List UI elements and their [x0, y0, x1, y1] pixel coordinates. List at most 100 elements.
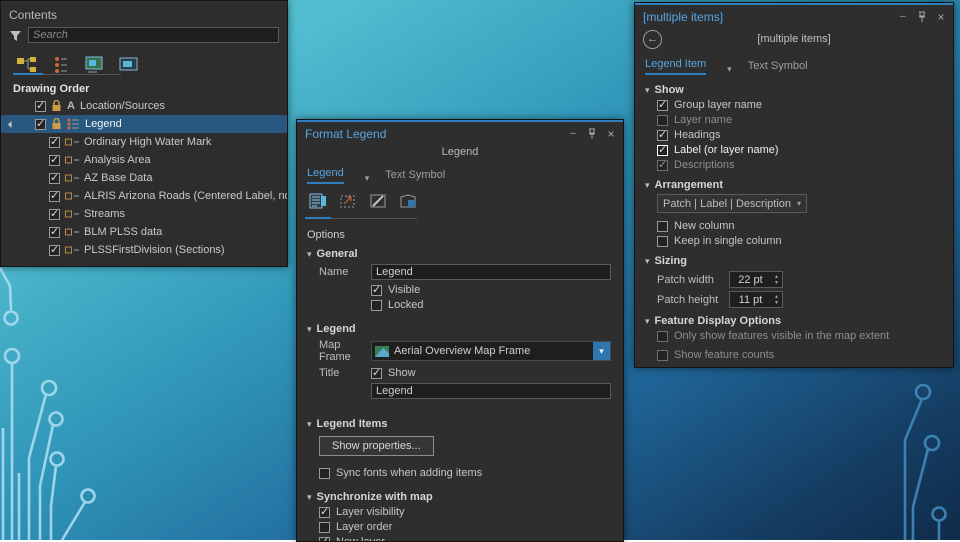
format-legend-body: Options General Name Visible Locked Lege…	[297, 219, 623, 542]
section-general[interactable]: General	[307, 247, 613, 261]
layer-order-label: Layer order	[336, 521, 392, 533]
multiple-items-header: [multiple items]	[635, 5, 953, 27]
list-by-source-tab[interactable]	[49, 55, 73, 75]
locked-row: Locked	[371, 298, 613, 312]
close-icon[interactable]	[935, 11, 947, 23]
name-input[interactable]	[371, 264, 611, 280]
group-layer-name-label: Group layer name	[674, 99, 762, 111]
chevron-down-icon[interactable]	[365, 173, 370, 184]
minimize-icon[interactable]	[897, 11, 909, 23]
legend-item-row[interactable]: PLSSFirstDivision (Sections)	[1, 241, 287, 259]
stepper-arrows-icon[interactable]	[771, 294, 782, 306]
pin-icon[interactable]	[586, 128, 598, 140]
section-feature-display[interactable]: Feature Display Options	[645, 314, 943, 328]
list-by-editing-tab[interactable]	[117, 55, 141, 75]
stepper-arrows-icon[interactable]	[771, 274, 782, 286]
keep-single-column-checkbox[interactable]	[657, 236, 668, 247]
descriptions-checkbox[interactable]	[657, 160, 668, 171]
layer-visibility-checkbox[interactable]	[35, 101, 46, 112]
legend-title-input[interactable]	[371, 383, 611, 399]
legend-item-row[interactable]: ALRIS Arizona Roads (Centered Label, no …	[1, 187, 287, 205]
name-label: Name	[319, 266, 371, 278]
legend-item-row[interactable]: Streams	[1, 205, 287, 223]
locked-checkbox[interactable]	[371, 300, 382, 311]
close-icon[interactable]	[605, 128, 617, 140]
tab-legend-item[interactable]: Legend Item	[645, 58, 706, 75]
layer-visibility-checkbox[interactable]	[319, 507, 330, 518]
patch-width-stepper[interactable]: 22 pt	[729, 271, 783, 288]
element-name: [multiple items]	[635, 33, 953, 45]
minimize-icon[interactable]	[567, 128, 579, 140]
layer-row-legend[interactable]: Legend	[1, 115, 287, 133]
item-visibility-checkbox[interactable]	[49, 137, 60, 148]
item-visibility-checkbox[interactable]	[49, 191, 60, 202]
label-label: Label (or layer name)	[674, 144, 779, 156]
map-frame-label: Map Frame	[319, 339, 371, 363]
filter-icon[interactable]	[9, 29, 22, 42]
item-visibility-checkbox[interactable]	[49, 227, 60, 238]
item-visibility-checkbox[interactable]	[49, 173, 60, 184]
icon-tab-rule	[331, 218, 417, 219]
multiple-items-tabs: Legend Item Text Symbol	[635, 51, 953, 75]
fitting-icon[interactable]	[397, 191, 419, 211]
chevron-down-icon[interactable]	[727, 64, 732, 75]
layer-row-location-sources[interactable]: A Location/Sources	[1, 97, 287, 115]
section-arrangement[interactable]: Arrangement	[645, 178, 943, 192]
format-legend-panel: Format Legend Legend Legend Text Symbol	[296, 119, 624, 542]
section-legend-items[interactable]: Legend Items	[307, 417, 613, 431]
item-visibility-checkbox[interactable]	[49, 155, 60, 166]
legend-item-patch-icon	[65, 246, 79, 254]
legend-options-icon[interactable]	[307, 191, 329, 211]
map-frame-select[interactable]: Aerial Overview Map Frame	[371, 341, 611, 361]
multiple-items-navrow: [multiple items]	[635, 27, 953, 51]
legend-item-row[interactable]: Analysis Area	[1, 151, 287, 169]
legend-item-row[interactable]: AZ Base Data	[1, 169, 287, 187]
layer-name-checkbox[interactable]	[657, 115, 668, 126]
display-icon[interactable]	[367, 191, 389, 211]
label-checkbox[interactable]	[657, 145, 668, 156]
sync-fonts-checkbox[interactable]	[319, 468, 330, 479]
only-show-features-checkbox[interactable]	[657, 331, 668, 342]
name-row: Name	[319, 264, 613, 280]
list-by-selection-tab[interactable]	[83, 55, 107, 75]
tab-text-symbol[interactable]: Text Symbol	[385, 169, 445, 184]
legend-title-row	[319, 383, 613, 399]
legend-item-row[interactable]: BLM PLSS data	[1, 223, 287, 241]
expand-triangle-icon[interactable]	[8, 120, 15, 127]
section-sizing[interactable]: Sizing	[645, 254, 943, 268]
descriptions-row: Descriptions	[657, 158, 943, 172]
contents-panel: Contents	[0, 0, 288, 267]
legend-item-label: AZ Base Data	[84, 172, 152, 184]
tab-text-symbol[interactable]: Text Symbol	[748, 60, 808, 75]
show-properties-button[interactable]: Show properties...	[319, 436, 434, 456]
layer-visibility-checkbox[interactable]	[35, 119, 46, 130]
show-title-checkbox[interactable]	[371, 368, 382, 379]
new-layer-checkbox[interactable]	[319, 537, 330, 542]
layer-order-checkbox[interactable]	[319, 522, 330, 533]
lock-icon	[51, 100, 62, 112]
pin-icon[interactable]	[916, 11, 928, 23]
item-visibility-checkbox[interactable]	[49, 245, 60, 256]
visible-checkbox[interactable]	[371, 285, 382, 296]
placement-icon[interactable]	[337, 191, 359, 211]
format-legend-header: Format Legend	[297, 122, 623, 144]
selection-map-icon	[85, 56, 105, 74]
tab-legend[interactable]: Legend	[307, 167, 344, 184]
group-layer-name-row: Group layer name	[657, 98, 943, 112]
map-frame-row: Map Frame Aerial Overview Map Frame	[319, 339, 613, 363]
new-column-checkbox[interactable]	[657, 221, 668, 232]
section-legend[interactable]: Legend	[307, 322, 613, 336]
show-feature-counts-checkbox[interactable]	[657, 350, 668, 361]
patch-height-row: Patch height 11 pt	[657, 291, 943, 308]
headings-checkbox[interactable]	[657, 130, 668, 141]
arrangement-dropdown[interactable]: Patch | Label | Description	[657, 194, 807, 213]
search-input[interactable]	[28, 27, 279, 43]
list-by-drawing-order-tab[interactable]	[15, 55, 39, 75]
item-visibility-checkbox[interactable]	[49, 209, 60, 220]
patch-height-stepper[interactable]: 11 pt	[729, 291, 783, 308]
legend-item-row[interactable]: Ordinary High Water Mark	[1, 133, 287, 151]
dropdown-button[interactable]	[593, 342, 610, 360]
section-show[interactable]: Show	[645, 83, 943, 97]
group-layer-name-checkbox[interactable]	[657, 100, 668, 111]
section-synchronize[interactable]: Synchronize with map	[307, 490, 613, 504]
